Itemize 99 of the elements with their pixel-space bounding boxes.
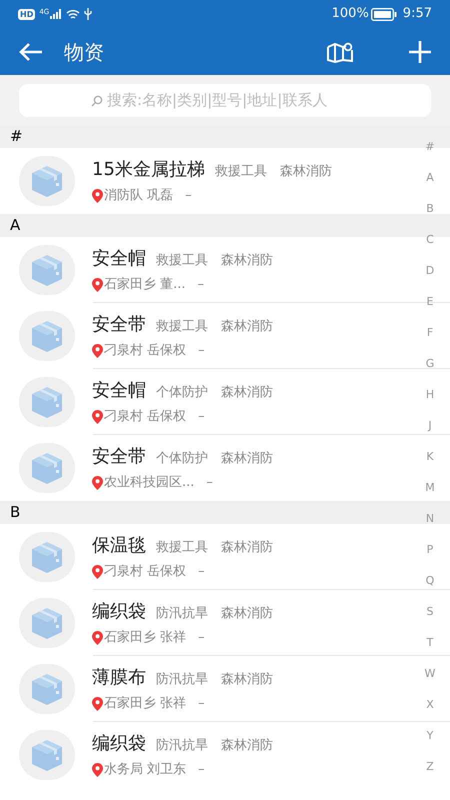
box-icon [30, 319, 64, 353]
item-name: 安全帽 [92, 247, 146, 272]
index-letter[interactable]: W [424, 659, 436, 690]
usb-icon [84, 8, 92, 20]
location-pin-icon [92, 189, 103, 203]
item-name: 15米金属拉梯 [92, 158, 205, 182]
index-letter[interactable]: Y [426, 721, 434, 752]
item-category: 救援工具 [214, 163, 267, 182]
section-header: B [10, 502, 20, 524]
item-unit: 森林消防 [221, 605, 273, 624]
item-name: 薄膜布 [92, 666, 146, 690]
item-category: 救援工具 [156, 252, 208, 270]
box-icon [30, 253, 64, 287]
item-phone: – [198, 342, 205, 360]
item-category: 防汛抗旱 [156, 605, 208, 624]
index-letter[interactable]: F [426, 318, 434, 349]
location-pin-icon [92, 565, 103, 579]
item-unit: 森林消防 [221, 671, 273, 690]
signal-icon [50, 9, 62, 19]
box-icon [30, 606, 64, 640]
index-letter[interactable]: C [426, 225, 434, 256]
item-phone: – [185, 187, 192, 206]
location-pin-icon [92, 697, 103, 711]
clock-time: 9:57 [402, 5, 432, 24]
item-phone: – [198, 695, 205, 714]
box-icon [30, 540, 64, 574]
box-icon [30, 385, 64, 419]
item-name: 安全帽 [92, 379, 146, 404]
index-letter[interactable]: M [425, 473, 435, 504]
item-name: 保温毯 [92, 534, 146, 558]
map-icon[interactable] [326, 40, 354, 62]
item-name: 编织袋 [92, 600, 146, 624]
index-letter[interactable]: A [426, 163, 434, 194]
index-letter[interactable]: Q [426, 566, 434, 597]
item-unit: 森林消防 [221, 252, 273, 270]
item-unit: 森林消防 [221, 318, 273, 336]
location-pin-icon [92, 410, 103, 424]
item-category: 个体防护 [156, 450, 208, 468]
item-location: 刁泉村 岳保权 [104, 342, 186, 360]
item-location: 刁泉村 岳保权 [104, 408, 186, 426]
index-letter[interactable]: N [426, 504, 434, 535]
index-letter[interactable]: H [426, 380, 434, 411]
item-unit: 森林消防 [221, 539, 273, 558]
add-icon[interactable] [408, 40, 432, 64]
item-unit: 森林消防 [221, 384, 273, 402]
item-phone: – [198, 629, 205, 648]
search-field[interactable]: 搜索:名称|类别|型号|地址|联系人 [19, 84, 431, 116]
location-pin-icon [92, 476, 103, 490]
item-name: 安全带 [92, 313, 146, 338]
index-letter[interactable]: P [426, 535, 434, 566]
location-pin-icon [92, 631, 103, 645]
index-letter[interactable]: S [426, 597, 434, 628]
location-pin-icon [92, 763, 103, 777]
item-location: 石家田乡 董... [104, 276, 186, 294]
item-location: 刁泉村 岳保权 [104, 563, 186, 582]
item-location: 水务局 刘卫东 [104, 761, 186, 780]
index-letter[interactable]: E [426, 287, 434, 318]
battery-percent: 100% [332, 5, 369, 24]
section-header: A [10, 215, 20, 236]
item-unit: 森林消防 [221, 450, 273, 468]
item-phone: – [198, 761, 205, 780]
box-icon [30, 738, 64, 772]
item-phone: – [198, 276, 204, 294]
item-unit: 森林消防 [221, 737, 273, 756]
item-name: 安全带 [92, 445, 146, 470]
location-pin-icon [92, 344, 103, 358]
hd-badge: HD [18, 8, 36, 20]
item-location: 农业科技园区... [104, 474, 194, 492]
item-category: 个体防护 [156, 384, 208, 402]
index-letter[interactable]: # [425, 132, 435, 163]
wifi-icon [66, 8, 80, 20]
box-icon [30, 451, 64, 485]
index-letter[interactable]: D [426, 256, 434, 287]
index-letter[interactable]: G [426, 349, 434, 380]
index-letter[interactable]: Z [426, 752, 434, 783]
box-icon [30, 164, 64, 198]
battery-icon [370, 8, 397, 20]
item-location: 消防队 巩磊 [104, 187, 174, 206]
back-icon[interactable] [18, 40, 44, 62]
item-category: 防汛抗旱 [156, 671, 208, 690]
section-header: # [10, 126, 23, 148]
item-category: 救援工具 [156, 539, 208, 558]
index-letter[interactable]: K [426, 442, 434, 473]
item-phone: – [198, 408, 205, 426]
item-unit: 森林消防 [280, 163, 332, 182]
index-letter[interactable]: J [428, 411, 432, 442]
index-letter[interactable]: T [426, 628, 434, 659]
page-title: 物资 [64, 38, 104, 66]
index-letter[interactable]: B [426, 194, 434, 225]
item-phone: – [206, 474, 213, 492]
item-category: 防汛抗旱 [156, 737, 208, 756]
item-location: 石家田乡 张祥 [104, 695, 186, 714]
index-letter[interactable]: X [426, 690, 434, 721]
box-icon [30, 672, 64, 706]
item-phone: – [198, 563, 205, 582]
item-category: 救援工具 [156, 318, 208, 336]
item-location: 石家田乡 张祥 [104, 629, 186, 648]
location-pin-icon [92, 278, 103, 292]
item-name: 编织袋 [92, 732, 146, 756]
